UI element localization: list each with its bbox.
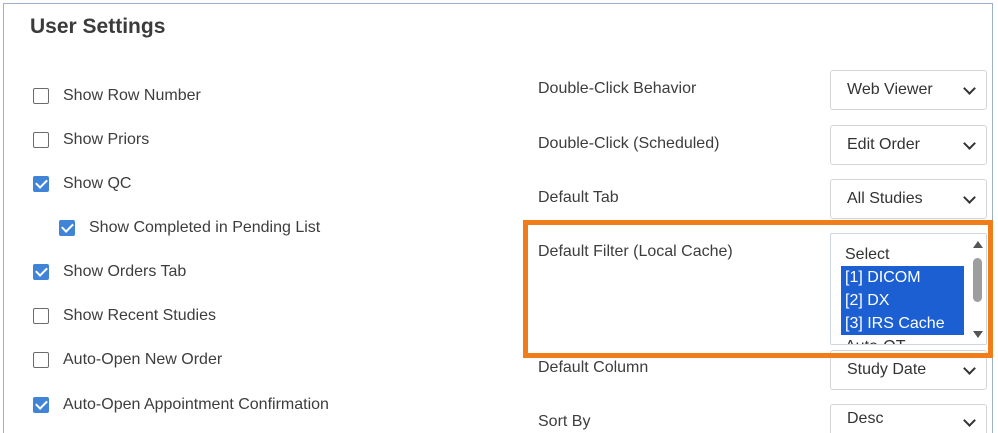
double-click-behavior-label: Double-Click Behavior xyxy=(538,80,697,97)
show-qc-checkbox[interactable] xyxy=(33,176,49,192)
show-row-number-checkbox[interactable] xyxy=(33,88,49,104)
double-click-behavior-select[interactable]: Web Viewer xyxy=(830,70,987,110)
auto-open-appointment-checkbox[interactable] xyxy=(33,397,49,413)
show-orders-tab-label: Show Orders Tab xyxy=(63,263,187,280)
show-row-number-label: Show Row Number xyxy=(63,87,201,104)
auto-open-new-order-label: Auto-Open New Order xyxy=(63,351,223,368)
show-completed-pending-checkbox[interactable] xyxy=(59,220,75,236)
auto-open-new-order-checkbox[interactable] xyxy=(33,352,49,368)
auto-open-new-order-option[interactable]: Auto-Open New Order xyxy=(33,349,222,371)
show-qc-label: Show QC xyxy=(63,175,132,192)
default-column-label: Default Column xyxy=(538,359,649,376)
show-orders-tab-option[interactable]: Show Orders Tab xyxy=(33,261,186,283)
show-recent-studies-checkbox[interactable] xyxy=(33,308,49,324)
double-click-scheduled-select[interactable]: Edit Order xyxy=(830,125,987,165)
auto-open-appointment-label: Auto-Open Appointment Confirmation xyxy=(63,396,329,413)
show-orders-tab-checkbox[interactable] xyxy=(33,264,49,280)
double-click-scheduled-label: Double-Click (Scheduled) xyxy=(538,135,720,152)
default-column-value: Study Date xyxy=(847,361,927,378)
show-recent-studies-label: Show Recent Studies xyxy=(63,307,216,324)
show-priors-option[interactable]: Show Priors xyxy=(33,129,149,151)
default-tab-select[interactable]: All Studies xyxy=(830,179,987,219)
chevron-down-icon xyxy=(963,362,976,375)
double-click-behavior-value: Web Viewer xyxy=(847,81,933,98)
chevron-down-icon xyxy=(963,82,976,95)
sort-by-select[interactable]: Desc xyxy=(830,404,987,433)
show-recent-studies-option[interactable]: Show Recent Studies xyxy=(33,305,216,327)
default-tab-label: Default Tab xyxy=(538,189,619,206)
auto-open-appointment-option[interactable]: Auto-Open Appointment Confirmation xyxy=(33,394,329,416)
sort-by-label: Sort By xyxy=(538,413,591,430)
page-title: User Settings xyxy=(30,15,166,38)
show-priors-checkbox[interactable] xyxy=(33,132,49,148)
show-completed-pending-label: Show Completed in Pending List xyxy=(89,219,321,236)
show-priors-label: Show Priors xyxy=(63,131,150,148)
default-tab-value: All Studies xyxy=(847,190,923,207)
show-completed-pending-option[interactable]: Show Completed in Pending List xyxy=(59,217,320,239)
sort-by-value: Desc xyxy=(847,410,884,427)
chevron-down-icon xyxy=(963,191,976,204)
chevron-down-icon xyxy=(963,137,976,150)
chevron-down-icon xyxy=(963,414,976,427)
highlight-box xyxy=(523,220,993,358)
show-row-number-option[interactable]: Show Row Number xyxy=(33,85,201,107)
double-click-scheduled-value: Edit Order xyxy=(847,136,920,153)
show-qc-option[interactable]: Show QC xyxy=(33,173,131,195)
